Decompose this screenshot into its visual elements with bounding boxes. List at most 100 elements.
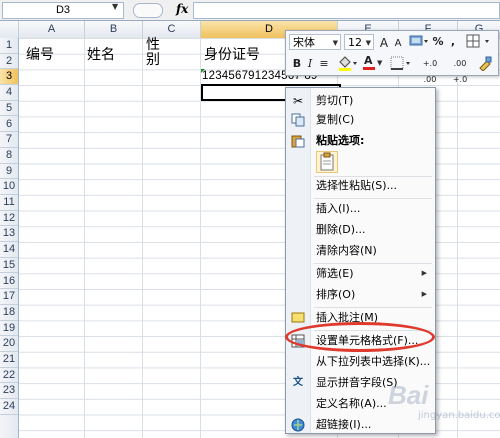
row-header-7[interactable]: 7: [0, 132, 18, 148]
row-header-17[interactable]: 17: [0, 289, 18, 305]
row-header-24[interactable]: 24: [0, 399, 18, 415]
gridline: [142, 38, 143, 438]
watermark-logo: Bai: [388, 380, 429, 410]
highlight-annotation-oval: [285, 322, 435, 352]
font-size-value: 12: [348, 36, 362, 49]
menu-item-cut[interactable]: ✂ 剪切(T): [286, 91, 435, 111]
name-box[interactable]: D3: [2, 2, 124, 19]
menu-item-insert[interactable]: 插入(I)...: [286, 199, 435, 219]
formula-input[interactable]: [193, 2, 500, 19]
cell-b1[interactable]: 姓名: [87, 44, 115, 64]
phonetic-icon: 文: [293, 377, 303, 388]
shrink-font-button[interactable]: A: [392, 36, 404, 52]
center-align-icon[interactable]: ≡: [317, 56, 331, 72]
comment-icon: [291, 311, 305, 325]
menu-item-filter[interactable]: 筛选(E) ▶: [286, 264, 435, 284]
formula-bar-expand-handle[interactable]: [133, 3, 163, 18]
row-header-8[interactable]: 8: [0, 148, 18, 164]
menu-item-copy-label: 复制(C): [316, 113, 355, 126]
menu-item-sort[interactable]: 排序(O) ▶: [286, 285, 435, 305]
menu-item-sort-label: 排序(O): [316, 288, 356, 301]
decrease-decimal-button[interactable]: .00 +.0: [446, 56, 474, 84]
copy-icon: [291, 113, 305, 127]
column-header-b[interactable]: B: [85, 21, 143, 38]
menu-item-paste-options: 粘贴选项:: [286, 131, 435, 151]
row-header-12[interactable]: 12: [0, 211, 18, 227]
row-headers: 1 2 3 4 5 6 7 8 9 10 11 12 13 14 15 16 17 18 19 20 21 22 23 24: [0, 38, 19, 438]
menu-item-delete[interactable]: 删除(D)...: [286, 220, 435, 240]
menu-item-copy[interactable]: 复制(C): [286, 110, 435, 130]
borders-icon[interactable]: [389, 55, 413, 71]
paste-button[interactable]: [316, 151, 338, 173]
column-header-c[interactable]: C: [143, 21, 201, 38]
row-header-13[interactable]: 13: [0, 226, 18, 243]
menu-item-pick-from-list-label: 从下拉列表中选择(K)...: [316, 355, 431, 368]
bold-button[interactable]: B: [291, 56, 303, 72]
menu-item-paste-special-label: 选择性粘贴(S)...: [316, 179, 398, 192]
insert-function-button[interactable]: fx: [176, 2, 188, 16]
chevron-down-icon: ▼: [377, 59, 383, 67]
cell-c1[interactable]: 性 别: [146, 38, 160, 68]
row-header-14[interactable]: 14: [0, 242, 18, 258]
font-name-select[interactable]: 宋体 ▼: [289, 34, 341, 50]
submenu-arrow-icon: ▶: [421, 290, 427, 298]
comma-button[interactable]: ,: [448, 34, 458, 50]
grow-font-button[interactable]: A: [378, 35, 390, 51]
format-painter-icon[interactable]: [476, 55, 494, 72]
fill-color-icon[interactable]: [336, 55, 360, 71]
row-header-16[interactable]: 16: [0, 274, 18, 290]
font-color-button[interactable]: A ▼: [363, 54, 385, 71]
row-header-9[interactable]: 9: [0, 164, 18, 180]
column-header-a[interactable]: A: [19, 21, 85, 38]
percent-button[interactable]: %: [432, 34, 444, 50]
name-box-dropdown-icon[interactable]: ▼: [112, 2, 118, 11]
menu-item-delete-label: 删除(D)...: [316, 223, 366, 236]
font-size-select[interactable]: 12 ▼: [344, 34, 374, 50]
row-header-11[interactable]: 11: [0, 195, 18, 211]
row-header-6[interactable]: 6: [0, 117, 18, 133]
select-all-corner[interactable]: [0, 21, 19, 38]
menu-item-cut-label: 剪切(T): [316, 94, 354, 107]
hyperlink-icon: [291, 418, 305, 432]
cell-d1[interactable]: 身份证号: [204, 44, 260, 64]
formula-bar: D3 ▼ fx: [0, 0, 500, 21]
row-header-4[interactable]: 4: [0, 85, 18, 101]
italic-button[interactable]: I: [305, 56, 315, 72]
row-header-23[interactable]: 23: [0, 383, 18, 400]
menu-item-paste-special[interactable]: 选择性粘贴(S)...: [286, 176, 435, 196]
cell-c1-line2: 别: [146, 52, 160, 68]
accounting-format-icon[interactable]: [408, 34, 430, 50]
row-header-18[interactable]: 18: [0, 305, 18, 321]
clipboard-icon: [320, 152, 334, 171]
gridline: [457, 38, 458, 438]
row-header-2[interactable]: 2: [0, 54, 18, 70]
row-header-1[interactable]: 1: [0, 38, 18, 54]
menu-item-define-name-label: 定义名称(A)...: [316, 397, 387, 410]
mini-toolbar: 宋体 ▼ 12 ▼ A A % , B I ≡ A ▼ +.0 .00 .00 …: [285, 30, 499, 84]
menu-item-clear-contents-label: 清除内容(N): [316, 244, 377, 257]
row-header-22[interactable]: 22: [0, 368, 18, 384]
row-header-5[interactable]: 5: [0, 101, 18, 117]
cell-a1[interactable]: 编号: [26, 44, 54, 64]
format-grid-icon[interactable]: [464, 34, 494, 50]
font-color-swatch: [363, 67, 375, 70]
menu-item-show-phonetic-label: 显示拼音字段(S): [316, 376, 398, 389]
row-header-10[interactable]: 10: [0, 179, 18, 195]
menu-item-pick-from-list[interactable]: 从下拉列表中选择(K)...: [286, 352, 435, 372]
watermark-url: jingyan.baidu.com: [418, 410, 500, 421]
menu-item-filter-label: 筛选(E): [316, 267, 354, 280]
cell-c1-line1: 性: [146, 37, 160, 53]
row-header-21[interactable]: 21: [0, 352, 18, 368]
row-header-3[interactable]: 3: [0, 69, 18, 86]
increase-decimal-button[interactable]: +.0 .00: [416, 56, 444, 84]
chevron-down-icon: ▼: [365, 39, 371, 47]
menu-item-clear-contents[interactable]: 清除内容(N): [286, 241, 435, 261]
font-name-value: 宋体: [293, 36, 315, 49]
paste-icon: [291, 134, 305, 148]
row-header-15[interactable]: 15: [0, 258, 18, 274]
row-header-19[interactable]: 19: [0, 321, 18, 337]
menu-item-paste-options-label: 粘贴选项:: [316, 134, 365, 147]
row-header-20[interactable]: 20: [0, 336, 18, 352]
scissors-icon: ✂: [292, 94, 304, 108]
menu-item-hyperlink[interactable]: 超链接(I)...: [286, 415, 435, 435]
